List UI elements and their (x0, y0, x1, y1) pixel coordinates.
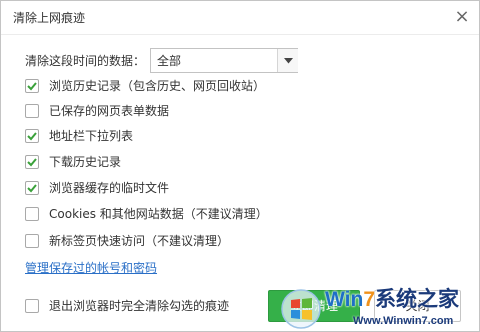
option-new-tab-quick-access[interactable]: 新标签页快速访问（不建议清理） (25, 232, 445, 250)
option-download-history[interactable]: 下载历史记录 (25, 153, 445, 171)
checkbox[interactable] (25, 181, 39, 195)
checkbox[interactable] (25, 234, 39, 248)
checkmark-icon (27, 184, 37, 193)
dialog-title: 清除上网痕迹 (13, 11, 86, 25)
option-label: 下载历史记录 (49, 155, 122, 169)
clear-history-dialog: 清除上网痕迹 × 清除这段时间的数据： 全部 浏览历史记录（包含历史、网页回收站… (0, 0, 480, 332)
checkbox[interactable] (25, 79, 39, 93)
option-label: 新标签页快速访问（不建议清理） (49, 234, 230, 248)
time-range-label: 清除这段时间的数据： (25, 54, 146, 68)
time-range-value: 全部 (157, 54, 182, 68)
option-address-bar-dropdown[interactable]: 地址栏下拉列表 (25, 127, 445, 145)
checkmark-icon (27, 158, 37, 167)
time-range-select[interactable]: 全部 (150, 48, 298, 73)
option-label: 退出浏览器时完全清除勾选的痕迹 (49, 299, 230, 313)
clean-now-button[interactable]: 立即清理 (268, 290, 360, 322)
title-divider (1, 34, 479, 35)
checkmark-icon (27, 132, 37, 141)
option-label: Cookies 和其他网站数据（不建议清理） (49, 207, 268, 221)
option-label: 已保存的网页表单数据 (49, 104, 170, 118)
option-cache-files[interactable]: 浏览器缓存的临时文件 (25, 179, 445, 197)
checkbox[interactable] (25, 104, 39, 118)
option-label: 浏览历史记录（包含历史、网页回收站） (49, 79, 266, 93)
checkbox[interactable] (25, 129, 39, 143)
close-icon[interactable]: × (453, 6, 471, 28)
checkbox[interactable] (25, 299, 39, 313)
checkbox[interactable] (25, 155, 39, 169)
option-clear-on-exit[interactable]: 退出浏览器时完全清除勾选的痕迹 (25, 297, 255, 315)
option-cookies[interactable]: Cookies 和其他网站数据（不建议清理） (25, 205, 445, 223)
checkmark-icon (27, 82, 37, 91)
option-label: 地址栏下拉列表 (49, 129, 134, 143)
manage-passwords-link[interactable]: 管理保存过的帐号和密码 (25, 259, 157, 277)
option-saved-form-data[interactable]: 已保存的网页表单数据 (25, 102, 445, 120)
close-button[interactable]: 关闭 (374, 290, 461, 322)
option-browsing-history[interactable]: 浏览历史记录（包含历史、网页回收站） (25, 77, 445, 95)
checkbox[interactable] (25, 207, 39, 221)
chevron-down-icon[interactable] (277, 49, 298, 72)
option-label: 浏览器缓存的临时文件 (49, 181, 170, 195)
